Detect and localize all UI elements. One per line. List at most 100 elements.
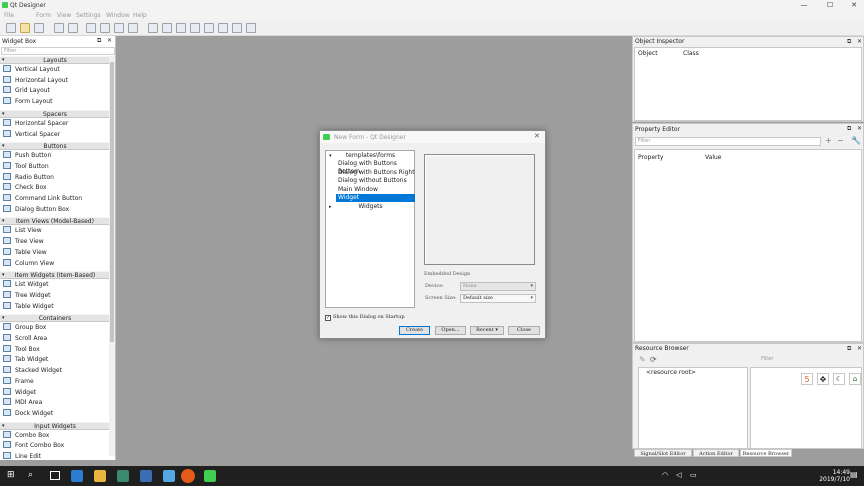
chevron-down-icon[interactable]: ▾: [2, 315, 5, 322]
file-explorer-icon[interactable]: [94, 470, 106, 482]
move-icon[interactable]: ✥: [817, 373, 829, 385]
menu-help[interactable]: Help: [133, 12, 147, 19]
app-icon[interactable]: [117, 470, 129, 482]
new-form-icon[interactable]: [6, 23, 16, 33]
chevron-down-icon[interactable]: ▾: [2, 111, 5, 118]
recent-button[interactable]: Recent ▾: [470, 326, 504, 335]
widget-category[interactable]: ▾ Spacers: [0, 109, 110, 118]
template-dialog-buttons-bottom[interactable]: Dialog with Buttons Bottom: [336, 160, 415, 175]
chevron-down-icon[interactable]: ▾: [2, 57, 5, 64]
widget-item[interactable]: Font Combo Box: [3, 441, 64, 451]
tree-header-widgets[interactable]: ▸ Widgets: [327, 203, 414, 211]
break-layout-icon[interactable]: [232, 23, 242, 33]
template-dialog-without-buttons[interactable]: Dialog without Buttons: [336, 177, 415, 185]
tab-resource-browser[interactable]: Resource Browser: [740, 449, 792, 457]
close-window-button[interactable]: ✕: [842, 0, 864, 11]
notification-icon[interactable]: ▤: [850, 470, 858, 479]
volume-icon[interactable]: ◁: [676, 471, 681, 479]
menu-settings[interactable]: Settings: [76, 12, 101, 19]
firefox-icon[interactable]: [181, 469, 195, 483]
float-panel-icon[interactable]: ⧉: [97, 37, 101, 45]
property-filter-input[interactable]: Filter: [635, 137, 821, 146]
widget-item[interactable]: Vertical Layout: [3, 65, 60, 75]
layout-splitter-v-icon[interactable]: [190, 23, 200, 33]
widget-item[interactable]: Vertical Spacer: [3, 129, 60, 140]
float-panel-icon[interactable]: ⧉: [847, 125, 851, 133]
edit-signals-icon[interactable]: [100, 23, 110, 33]
create-button[interactable]: Create: [399, 326, 430, 335]
layout-grid-icon[interactable]: [204, 23, 214, 33]
system-clock[interactable]: 14:49 2019/7/10: [819, 469, 850, 483]
html5-icon[interactable]: 5: [801, 373, 813, 385]
tab-action-editor[interactable]: Action Editor: [693, 449, 739, 457]
add-property-icon[interactable]: +: [825, 136, 832, 145]
template-tree[interactable]: ▾ templates\forms Dialog with Buttons Bo…: [325, 150, 415, 308]
widget-filter-input[interactable]: Filter: [1, 47, 115, 55]
reload-icon[interactable]: ⟳: [650, 355, 657, 364]
close-panel-icon[interactable]: ✕: [857, 345, 862, 352]
tree-header-templates[interactable]: ▾ templates\forms: [327, 152, 414, 160]
resource-filter-input[interactable]: Filter: [761, 356, 861, 365]
device-select[interactable]: None ▾: [460, 282, 536, 291]
widget-item[interactable]: Line Edit: [3, 452, 41, 462]
adjust-size-icon[interactable]: [246, 23, 256, 33]
wifi-icon[interactable]: ◠: [662, 471, 668, 479]
moon-icon[interactable]: ☾: [833, 373, 845, 385]
resource-root[interactable]: <resource root>: [646, 369, 696, 376]
widget-item[interactable]: List Widget: [3, 280, 49, 290]
widget-item[interactable]: Check Box: [3, 183, 47, 193]
qt-designer-taskbar-icon[interactable]: [204, 470, 216, 482]
widget-category[interactable]: ▾ Item Widgets (Item-Based): [0, 271, 110, 280]
widget-item[interactable]: Horizontal Layout: [3, 75, 68, 86]
widget-item[interactable]: Scroll Area: [3, 334, 47, 344]
save-icon[interactable]: [34, 23, 44, 33]
template-widget[interactable]: Widget: [336, 194, 415, 202]
widget-item[interactable]: Frame: [3, 376, 34, 387]
chevron-right-icon[interactable]: ▸: [329, 203, 332, 211]
chevron-down-icon[interactable]: ▾: [2, 143, 5, 150]
dialog-close-icon[interactable]: ✕: [534, 132, 540, 140]
search-icon[interactable]: ⌕: [28, 470, 33, 480]
chevron-down-icon[interactable]: ▾: [329, 152, 332, 160]
object-tree[interactable]: Object Class: [634, 47, 862, 121]
edit-tab-order-icon[interactable]: [128, 23, 138, 33]
float-panel-icon[interactable]: ⧉: [847, 38, 851, 46]
widget-item[interactable]: Combo Box: [3, 430, 49, 441]
configure-icon[interactable]: 🔧: [851, 136, 861, 145]
widget-item[interactable]: Table Widget: [3, 301, 54, 312]
widget-category[interactable]: ▾ Layouts: [0, 56, 110, 64]
checkmark-icon[interactable]: ✓: [325, 315, 331, 321]
widget-item[interactable]: Horizontal Spacer: [3, 118, 68, 129]
widget-item[interactable]: Dialog Button Box: [3, 204, 69, 215]
widget-item[interactable]: Push Button: [3, 151, 51, 161]
widget-item[interactable]: Grid Layout: [3, 86, 50, 96]
widget-category[interactable]: ▾ Buttons: [0, 142, 110, 151]
close-panel-icon[interactable]: ✕: [107, 37, 112, 44]
widget-item[interactable]: Group Box: [3, 323, 46, 333]
float-panel-icon[interactable]: ⧉: [847, 345, 851, 353]
widget-item[interactable]: Widget: [3, 387, 36, 398]
widget-item[interactable]: Tab Widget: [3, 355, 48, 365]
widget-item[interactable]: Command Link Button: [3, 194, 82, 204]
widget-item[interactable]: Radio Button: [3, 172, 54, 183]
widget-item[interactable]: Column View: [3, 258, 54, 269]
close-dialog-button[interactable]: Close: [508, 326, 540, 335]
menu-window[interactable]: Window: [106, 12, 130, 19]
minimize-button[interactable]: —: [792, 0, 816, 11]
resource-view[interactable]: 5 ✥ ☾ ⌂: [750, 367, 862, 449]
edit-widgets-icon[interactable]: [86, 23, 96, 33]
chevron-down-icon[interactable]: ▾: [2, 272, 5, 279]
open-folder-icon[interactable]: [20, 23, 30, 33]
widget-item[interactable]: MDI Area: [3, 398, 42, 408]
widget-item[interactable]: Tree Widget: [3, 290, 51, 301]
app-icon[interactable]: [163, 470, 175, 482]
layout-form-icon[interactable]: [218, 23, 228, 33]
template-dialog-buttons-right[interactable]: Dialog with Buttons Right: [336, 169, 415, 177]
screen-size-select[interactable]: Default size ▾: [460, 294, 536, 303]
close-panel-icon[interactable]: ✕: [857, 38, 862, 45]
edit-buddies-icon[interactable]: [114, 23, 124, 33]
widget-category[interactable]: ▾ Item Views (Model-Based): [0, 217, 110, 226]
app-icon[interactable]: [140, 470, 152, 482]
battery-icon[interactable]: ▭: [690, 471, 697, 479]
windows-start-icon[interactable]: ⊞: [7, 470, 18, 481]
